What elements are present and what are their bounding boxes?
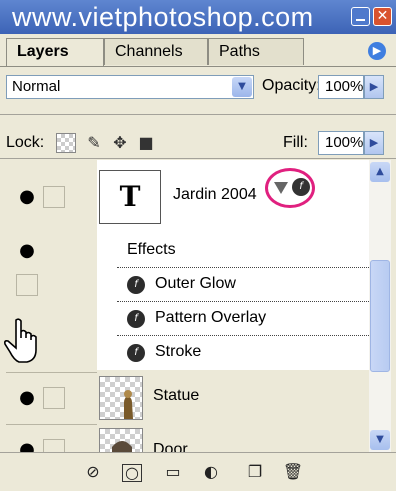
tab-layers[interactable]: Layers (6, 38, 104, 66)
lock-transparency-icon[interactable] (56, 133, 76, 153)
fill-slider-arrow-icon[interactable]: ▶ (364, 131, 384, 155)
adjustment-layer-icon[interactable]: ◐ (200, 462, 222, 482)
eye-icon[interactable]: ● (16, 186, 38, 208)
trash-icon[interactable]: 🗑 (282, 462, 304, 482)
layer-row-statue[interactable]: ● Statue (6, 372, 369, 424)
lock-label: Lock: (6, 134, 45, 151)
divider (0, 158, 396, 159)
add-layer-style-icon[interactable]: ⊘ (82, 462, 104, 482)
eye-icon[interactable]: ● (16, 387, 38, 409)
layer-main[interactable]: T Jardin 2004 f (97, 160, 369, 234)
effect-row-pattern-overlay[interactable]: f Pattern Overlay (6, 302, 369, 336)
tab-paths[interactable]: Paths (208, 38, 304, 65)
scroll-thumb[interactable] (370, 260, 390, 372)
close-button[interactable]: ✕ (373, 7, 392, 26)
effect-name: Stroke (155, 343, 202, 360)
fill-label: Fill: (283, 134, 308, 151)
new-layer-icon[interactable]: ❐ (244, 462, 266, 482)
effect-item[interactable]: f Outer Glow (97, 268, 369, 302)
opacity-input[interactable]: 100% (318, 75, 364, 99)
fill-input[interactable]: 100% (318, 131, 364, 155)
layer-name[interactable]: Statue (153, 387, 199, 405)
lock-brush-icon[interactable]: ✎ (84, 133, 104, 153)
layer-row-door[interactable]: ● Door (6, 424, 369, 452)
blend-mode-value: Normal (12, 78, 61, 95)
fx-icon: f (127, 310, 145, 328)
effects-label: Effects (127, 241, 176, 258)
layers-toolbar: ⊘ ○ ▭ ◐ ❐ 🗑 (0, 452, 396, 491)
hand-cursor-icon (4, 318, 37, 363)
add-mask-icon[interactable]: ○ (122, 464, 142, 482)
layer-main[interactable]: Statue (97, 372, 369, 424)
link-box[interactable] (43, 439, 65, 452)
link-box[interactable] (43, 186, 65, 208)
layer-row-jardin[interactable]: ● T Jardin 2004 f (6, 160, 369, 234)
effects-header[interactable]: Effects (97, 234, 369, 268)
effect-row-outer-glow[interactable]: f Outer Glow (6, 268, 369, 302)
scroll-down-icon[interactable]: ▼ (370, 430, 390, 450)
link-box[interactable] (43, 387, 65, 409)
effect-item[interactable]: f Stroke (97, 336, 369, 370)
chevron-down-icon[interactable]: ▼ (232, 77, 252, 97)
window-title: www.vietphotoshop.com (12, 2, 314, 32)
opacity-slider-arrow-icon[interactable]: ▶ (364, 75, 384, 99)
eye-icon[interactable]: ● (16, 439, 38, 452)
layers-list: ● T Jardin 2004 f ● Effects f Outer Glow… (6, 160, 369, 452)
eye-icon[interactable]: ● (16, 240, 38, 262)
blend-mode-select[interactable]: Normal ▼ (6, 75, 254, 99)
door-icon (112, 441, 132, 452)
layers-panel: Paths Channels Layers ▶ Normal ▼ Opacity… (0, 34, 396, 491)
effect-item[interactable]: f Pattern Overlay (97, 302, 369, 336)
divider (0, 114, 396, 115)
vertical-scrollbar[interactable]: ▲ ▼ (369, 160, 391, 452)
effect-row-stroke[interactable]: ● f Stroke (6, 336, 369, 370)
effect-visibility-box[interactable] (16, 274, 38, 296)
window-title-bar: www.vietphotoshop.com ✕ (0, 0, 396, 35)
effect-name: Outer Glow (155, 275, 236, 292)
image-layer-thumbnail (99, 428, 143, 452)
minimize-button[interactable] (351, 7, 370, 26)
scroll-up-icon[interactable]: ▲ (370, 162, 390, 182)
lock-move-icon[interactable]: ✥ (110, 133, 130, 153)
opacity-label: Opacity: (262, 77, 321, 94)
fx-icon: f (127, 344, 145, 362)
layer-name[interactable]: Door (153, 441, 188, 452)
panel-menu-button[interactable]: ▶ (368, 42, 386, 60)
fx-icon: f (127, 276, 145, 294)
image-layer-thumbnail (99, 376, 143, 420)
effects-header-row[interactable]: ● Effects (6, 234, 369, 268)
highlight-circle (265, 168, 315, 208)
lock-all-icon[interactable]: ■ (136, 133, 156, 153)
panel-tabs: Paths Channels Layers ▶ (0, 34, 396, 67)
layer-main[interactable]: Door (97, 424, 369, 452)
effect-name: Pattern Overlay (155, 309, 267, 326)
layer-name[interactable]: Jardin 2004 (173, 186, 257, 204)
new-group-folder-icon[interactable]: ▭ (162, 462, 184, 482)
text-layer-thumbnail: T (99, 170, 161, 224)
tab-channels[interactable]: Channels (104, 38, 208, 65)
statue-icon (124, 390, 133, 419)
